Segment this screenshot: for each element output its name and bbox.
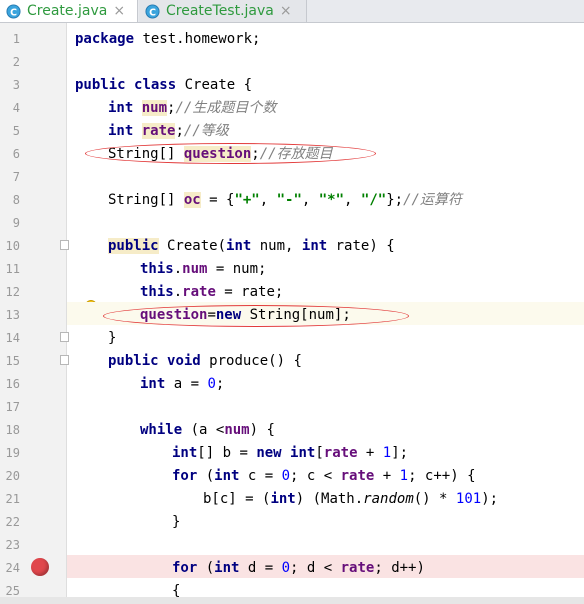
close-icon[interactable]: × — [113, 3, 125, 19]
code-line-11: this.num = num; — [140, 261, 267, 277]
line-number: 7 — [12, 170, 20, 184]
svg-text:C: C — [149, 7, 156, 18]
code-line-4: int num;//生成题目个数 — [108, 100, 277, 116]
line-number: 5 — [12, 124, 20, 138]
code-line-5: int rate;//等级 — [108, 123, 229, 139]
line-number: 21 — [5, 492, 20, 506]
code-line-24: for (int d = 0; d < rate; d++) — [172, 560, 425, 576]
tab-label: CreateTest.java — [166, 3, 274, 19]
line-number: 1 — [12, 32, 20, 46]
java-class-icon: C — [145, 3, 160, 19]
line-number: 3 — [12, 78, 20, 92]
line-number: 14 — [5, 331, 20, 345]
line-number: 20 — [5, 469, 20, 483]
line-number: 19 — [5, 446, 20, 460]
editor-tab-bar: C Create.java × C CreateTest.java × — [0, 0, 584, 23]
code-line-18: while (a <num) { — [140, 422, 275, 438]
tab-createtest-java[interactable]: C CreateTest.java × — [139, 0, 307, 22]
code-line-19: int[] b = new int[rate + 1]; — [172, 445, 409, 461]
code-line-8: String[] oc = {"+", "-", "*", "/"};//运算符 — [108, 192, 462, 208]
line-number: 10 — [5, 239, 20, 253]
java-class-icon: C — [6, 3, 21, 19]
svg-text:C: C — [10, 7, 17, 18]
line-number: 6 — [12, 147, 20, 161]
line-number: 22 — [5, 515, 20, 529]
code-line-16: int a = 0; — [140, 376, 225, 392]
line-number: 2 — [12, 55, 20, 69]
horizontal-scrollbar[interactable] — [0, 597, 584, 604]
tab-create-java[interactable]: C Create.java × — [0, 0, 138, 22]
line-number-gutter[interactable]: 1 2 3 4 5 6 7 8 9 10 11 12 13 14 15 16 1… — [0, 23, 67, 604]
code-line-12: this.rate = rate; — [140, 284, 284, 300]
line-number: 9 — [12, 216, 20, 230]
line-number: 12 — [5, 285, 20, 299]
tab-label: Create.java — [27, 3, 108, 19]
code-line-15: public void produce() { — [108, 353, 302, 369]
line-number: 24 — [5, 561, 20, 575]
code-line-10: public Create(int num, int rate) { — [108, 238, 395, 254]
code-line-20: for (int c = 0; c < rate + 1; c++) { — [172, 468, 476, 484]
line-number: 13 — [5, 308, 20, 322]
line-number: 8 — [12, 193, 20, 207]
line-number: 11 — [5, 262, 20, 276]
code-line-3: public class Create { — [75, 77, 253, 93]
code-line-1: package test.homework; — [75, 31, 261, 47]
line-number: 18 — [5, 423, 20, 437]
close-icon[interactable]: × — [280, 3, 292, 19]
line-number: 23 — [5, 538, 20, 552]
line-number: 17 — [5, 400, 20, 414]
annotation-ellipse — [103, 305, 409, 327]
annotation-ellipse — [85, 143, 376, 164]
code-line-14: } — [108, 330, 117, 346]
code-line-22: } — [172, 514, 181, 530]
code-line-21: b[c] = (int) (Math.random() * 101); — [203, 491, 499, 507]
line-number: 16 — [5, 377, 20, 391]
breakpoint-icon[interactable] — [31, 558, 49, 576]
ide-window: C Create.java × C CreateTest.java × 1 2 … — [0, 0, 584, 604]
line-number: 15 — [5, 354, 20, 368]
line-number: 4 — [12, 101, 20, 115]
